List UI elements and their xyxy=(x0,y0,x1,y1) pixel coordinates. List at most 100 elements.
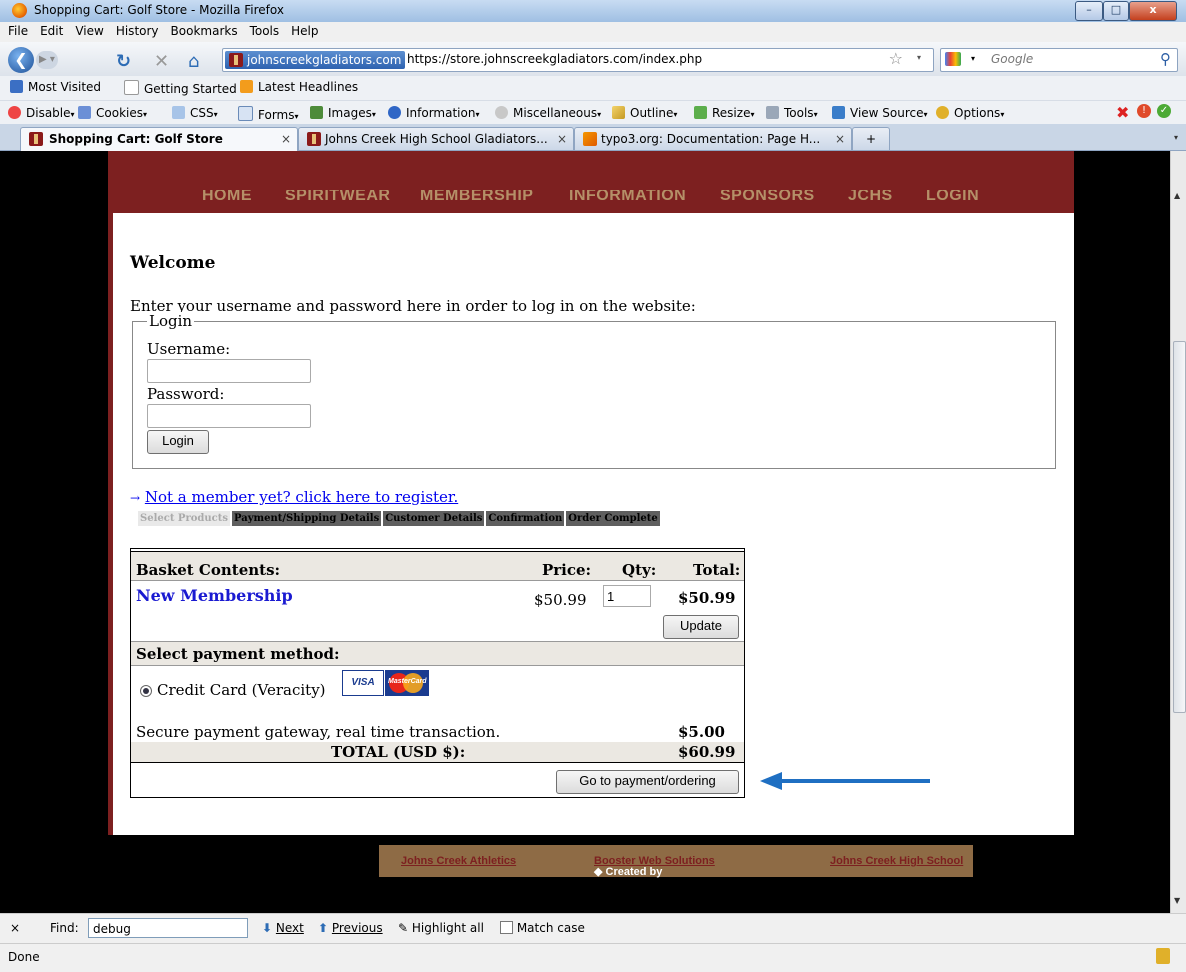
arrow-up-icon: ⬆ xyxy=(318,921,329,935)
credit-card-radio[interactable] xyxy=(140,685,152,697)
register-row: → Not a member yet? click here to regist… xyxy=(130,488,458,506)
dev-forms[interactable]: Forms▾ xyxy=(238,106,299,122)
new-tab-button[interactable]: + xyxy=(852,127,890,150)
scroll-thumb[interactable] xyxy=(1173,341,1186,713)
register-link[interactable]: Not a member yet? click here to register… xyxy=(145,488,458,506)
search-box[interactable]: ▾ Google ⚲ xyxy=(940,48,1178,72)
search-icon[interactable]: ⚲ xyxy=(1160,50,1171,68)
valid-check-icon[interactable]: ✓ xyxy=(1157,104,1171,118)
dev-information[interactable]: Information▾ xyxy=(388,106,479,120)
find-next-button[interactable]: ⬇ Next xyxy=(262,921,304,935)
tab-close-icon[interactable]: × xyxy=(557,128,567,150)
dev-images[interactable]: Images▾ xyxy=(310,106,376,120)
tab-typo3-docs[interactable]: typo3.org: Documentation: Page H... × xyxy=(574,127,852,150)
back-button[interactable]: ❮ xyxy=(8,47,34,73)
dev-tools[interactable]: Tools▾ xyxy=(766,106,818,120)
scroll-down-icon[interactable]: ▼ xyxy=(1174,896,1180,905)
bookmark-latest-headlines[interactable]: Latest Headlines xyxy=(240,80,358,94)
close-button[interactable]: x xyxy=(1129,1,1177,21)
menu-history[interactable]: History xyxy=(112,22,163,40)
error-x-icon[interactable]: ✖ xyxy=(1116,103,1129,122)
tab-list-icon[interactable]: ▾ xyxy=(1168,128,1184,148)
match-case-toggle[interactable]: Match case xyxy=(500,921,585,935)
tab-shopping-cart[interactable]: Shopping Cart: Golf Store × xyxy=(20,127,298,151)
site-header-bar: HOME SPIRITWEAR MEMBERSHIP INFORMATION S… xyxy=(108,151,1074,217)
bookmark-star-icon[interactable]: ☆ xyxy=(889,49,903,68)
disable-icon xyxy=(8,106,21,119)
bookmark-most-visited[interactable]: Most Visited xyxy=(10,80,101,94)
stop-icon[interactable]: ✕ xyxy=(154,51,169,72)
lock-icon[interactable] xyxy=(1156,948,1170,964)
dev-options[interactable]: Options▾ xyxy=(936,106,1004,120)
forward-button[interactable]: ▶ ▾ xyxy=(36,51,58,69)
dev-cookies[interactable]: Cookies▾ xyxy=(78,106,147,120)
find-previous-button[interactable]: ⬆ Previous xyxy=(318,921,383,935)
tab-close-icon[interactable]: × xyxy=(281,128,291,150)
tab-favicon-icon xyxy=(29,132,43,146)
rss-icon xyxy=(240,80,253,93)
tab-label: Johns Creek High School Gladiators... xyxy=(325,132,548,146)
menu-tools[interactable]: Tools xyxy=(246,22,284,40)
google-icon[interactable] xyxy=(945,52,961,66)
minimize-button[interactable]: – xyxy=(1075,1,1103,21)
site-nav-jchs[interactable]: JCHS xyxy=(848,190,893,205)
tab-jchs-gladiators[interactable]: Johns Creek High School Gladiators... × xyxy=(298,127,574,150)
quantity-input[interactable]: 1 xyxy=(603,585,651,607)
window-titlebar: Shopping Cart: Golf Store - Mozilla Fire… xyxy=(0,0,1186,23)
dev-view-source[interactable]: View Source▾ xyxy=(832,106,928,120)
login-button[interactable]: Login xyxy=(147,430,209,454)
site-nav-information[interactable]: INFORMATION xyxy=(569,190,686,205)
warning-icon[interactable]: ! xyxy=(1137,104,1151,118)
url-dropdown-icon[interactable]: ▾ xyxy=(917,53,921,62)
menu-edit[interactable]: Edit xyxy=(36,22,67,40)
reload-icon[interactable]: ↻ xyxy=(116,51,131,72)
find-close-icon[interactable]: × xyxy=(10,921,20,935)
images-icon xyxy=(310,106,323,119)
maximize-button[interactable]: □ xyxy=(1103,1,1129,21)
menu-bar: File Edit View History Bookmarks Tools Help xyxy=(0,22,1186,42)
dev-disable[interactable]: Disable▾ xyxy=(8,106,75,120)
tab-close-icon[interactable]: × xyxy=(835,128,845,150)
dev-css[interactable]: CSS▾ xyxy=(172,106,218,120)
site-nav-spiritwear[interactable]: SPIRITWEAR xyxy=(285,190,390,205)
menu-file[interactable]: File xyxy=(4,22,32,40)
information-icon xyxy=(388,106,401,119)
highlight-all-button[interactable]: ✎ Highlight all xyxy=(398,921,484,935)
menu-view[interactable]: View xyxy=(71,22,107,40)
find-input[interactable]: debug xyxy=(88,918,248,938)
bookmark-getting-started[interactable]: Getting Started xyxy=(124,80,237,96)
dev-miscellaneous[interactable]: Miscellaneous▾ xyxy=(495,106,601,120)
username-label: Username: xyxy=(147,340,231,358)
dev-outline[interactable]: Outline▾ xyxy=(612,106,677,120)
site-identity-badge[interactable]: johnscreekgladiators.com xyxy=(225,51,406,69)
footer-link-athletics[interactable]: Johns Creek Athletics xyxy=(401,855,516,867)
url-bar[interactable]: johnscreekgladiators.com https://store.j… xyxy=(222,48,934,72)
site-nav-home[interactable]: HOME xyxy=(202,190,252,205)
total-header: Total: xyxy=(693,561,741,579)
dev-resize[interactable]: Resize▾ xyxy=(694,106,754,120)
footer-link-jchs[interactable]: Johns Creek High School xyxy=(830,855,963,867)
find-bar: × Find: debug ⬇ Next ⬆ Previous ✎ Highli… xyxy=(0,913,1186,944)
site-nav-membership[interactable]: MEMBERSHIP xyxy=(420,190,533,205)
home-icon[interactable]: ⌂ xyxy=(188,51,199,72)
arrow-right-icon: → xyxy=(130,491,141,505)
site-nav-sponsors[interactable]: SPONSORS xyxy=(720,190,815,205)
item-name-link[interactable]: New Membership xyxy=(136,586,293,605)
total-row: TOTAL (USD $): $60.99 xyxy=(131,742,744,762)
go-to-payment-button[interactable]: Go to payment/ordering xyxy=(556,770,739,794)
annotation-arrow-shaft xyxy=(780,779,930,783)
vertical-scrollbar[interactable]: ▲ ▼ xyxy=(1170,151,1186,913)
update-button[interactable]: Update xyxy=(663,615,739,639)
site-favicon-icon xyxy=(229,53,243,67)
search-engine-dropdown-icon[interactable]: ▾ xyxy=(971,54,975,63)
visa-card-icon: VISA xyxy=(342,670,384,696)
scroll-up-icon[interactable]: ▲ xyxy=(1174,191,1180,200)
site-nav-login[interactable]: LOGIN xyxy=(926,190,979,205)
username-input[interactable] xyxy=(147,359,311,383)
bookmarks-toolbar: Most Visited Getting Started Latest Head… xyxy=(0,76,1186,100)
password-input[interactable] xyxy=(147,404,311,428)
options-icon xyxy=(936,106,949,119)
find-label: Find: xyxy=(50,921,79,935)
menu-help[interactable]: Help xyxy=(287,22,322,40)
menu-bookmarks[interactable]: Bookmarks xyxy=(167,22,242,40)
